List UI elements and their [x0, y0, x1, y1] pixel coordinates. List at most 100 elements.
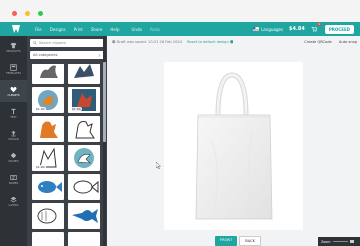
category-value: All categories [33, 53, 58, 57]
clipart-tile-more-2[interactable] [68, 232, 100, 246]
design-canvas[interactable] [164, 62, 303, 230]
undo-button[interactable]: Undo [131, 27, 141, 32]
dragon-icon [74, 64, 94, 78]
clipart-grid: $1.00 $1.00 $1.00 [29, 64, 103, 246]
rail-label: NAMES [8, 181, 19, 185]
menu-print[interactable]: Print [74, 27, 83, 32]
languages-selector[interactable]: Languages [261, 27, 283, 32]
workspace-tools: Create QRCode Auto snap [304, 40, 357, 44]
close-window-icon[interactable] [12, 11, 17, 16]
layers-icon [10, 196, 17, 202]
clipart-tile-dragon-crest[interactable]: $1.00 [32, 87, 64, 113]
fish-blue-icon [38, 181, 62, 193]
app-logo-icon[interactable] [11, 24, 21, 34]
clipart-tile-dragon-head[interactable] [68, 145, 100, 171]
design-workspace: Draft was saved: 10:21 28 Feb 2024 Reset… [107, 36, 360, 246]
template-icon [10, 63, 17, 71]
main-menu: File Designs Print Share Help Undo Redo [35, 27, 168, 32]
clipart-tile-fish-plain[interactable] [32, 203, 64, 229]
clipart-tile-fish-blue[interactable] [32, 174, 64, 200]
marlin-icon [72, 209, 98, 223]
rail-label: TEXT [10, 115, 17, 119]
save-info-text: Draft was saved: 10:21 28 Feb 2024 [116, 40, 182, 44]
rail-item-layers[interactable]: LAYERS [0, 190, 27, 212]
rail-item-cliparts[interactable]: CLIPARTS [0, 80, 27, 102]
reset-design-link[interactable]: Reset to default design [187, 40, 229, 44]
zoom-slider[interactable] [332, 241, 348, 242]
heart-icon [10, 86, 17, 92]
info-icon [112, 40, 116, 44]
rail-label: CLIPARTS [7, 93, 20, 97]
menu-help[interactable]: Help [110, 27, 119, 32]
clipart-tile-lion-outline[interactable] [68, 116, 100, 142]
scrollbar-thumb[interactable] [103, 62, 106, 142]
price-tag: $1.00 [71, 107, 82, 111]
rail-label: LAYERS [8, 203, 19, 207]
clipart-tile-griffin-outline[interactable]: $1.00 [32, 145, 64, 171]
cart-count-badge: 1 [317, 22, 321, 26]
zoom-label: Zoom [321, 239, 331, 244]
proceed-button[interactable]: PROCEED [324, 24, 354, 34]
flag-icon [253, 27, 260, 31]
rail-label: TEMPLATES [6, 71, 21, 75]
window-titlebar [0, 0, 360, 22]
minimize-window-icon[interactable] [25, 11, 30, 16]
chevron-right-icon [98, 53, 101, 57]
rail-item-names[interactable]: NAMES [0, 168, 27, 190]
back-side-button[interactable]: BACK [239, 236, 262, 246]
save-status: Draft was saved: 10:21 28 Feb 2024 Reset… [112, 40, 234, 44]
rail-item-templates[interactable]: TEMPLATES [0, 58, 27, 80]
price-tag: $1.00 [35, 165, 46, 169]
tool-rail: PRODUCTS TEMPLATES CLIPARTS TEXT UPLOAD … [0, 36, 27, 246]
rail-label: PRODUCTS [6, 49, 21, 53]
search-input[interactable]: Search cliparts [30, 39, 104, 47]
rail-label: SHAPES [8, 159, 19, 163]
side-switcher: FRONT BACK [215, 236, 263, 246]
lion-outline-icon [75, 121, 95, 139]
rail-item-text[interactable]: TEXT [0, 102, 27, 124]
menu-file[interactable]: File [35, 27, 42, 32]
dragon-head-icon [74, 148, 94, 168]
price-tag: $1.00 [35, 107, 46, 111]
tshirt-icon [10, 42, 17, 48]
category-select[interactable]: All categories [30, 51, 104, 59]
clipart-tile-lion[interactable] [32, 116, 64, 142]
lion-icon [40, 121, 58, 138]
top-toolbar: File Designs Print Share Help Undo Redo … [0, 22, 360, 36]
clipart-tile-more-1[interactable] [32, 232, 64, 246]
cart-icon [311, 26, 318, 32]
names-icon [10, 174, 17, 180]
upload-icon [11, 130, 16, 136]
shape-icon [10, 152, 17, 158]
help-icon[interactable] [230, 40, 234, 44]
auto-snap-toggle[interactable]: Auto snap [339, 40, 357, 44]
redo-button[interactable]: Redo [150, 27, 160, 32]
rail-label: UPLOAD [8, 137, 19, 141]
clipart-tile-fish-outline[interactable] [68, 174, 100, 200]
clipart-tile-dragon[interactable] [68, 64, 100, 84]
fish-outline-icon [73, 180, 99, 194]
price-total: $4.84 [289, 26, 305, 32]
clipart-tile-rabbit[interactable] [32, 64, 64, 84]
rail-item-products[interactable]: PRODUCTS [0, 36, 27, 58]
mouse-cursor-icon [156, 162, 161, 169]
menu-share[interactable]: Share [91, 27, 103, 32]
maximize-window-icon[interactable] [38, 11, 43, 16]
create-qrcode-button[interactable]: Create QRCode [304, 40, 331, 44]
top-right-actions: Languages $4.84 1 PROCEED [253, 22, 360, 36]
clipart-panel: Search cliparts All categories $1.00 $1.… [27, 36, 107, 246]
zoom-slider-knob[interactable] [349, 240, 354, 243]
rabbit-icon [40, 65, 58, 78]
front-side-button[interactable]: FRONT [215, 236, 238, 246]
cart-button[interactable]: 1 [311, 22, 321, 33]
text-icon [11, 108, 16, 114]
menu-designs[interactable]: Designs [50, 27, 66, 32]
rail-item-upload[interactable]: UPLOAD [0, 124, 27, 146]
tote-bag-product[interactable] [192, 71, 276, 221]
fish-plain-icon [37, 208, 57, 224]
clipart-tile-marlin[interactable] [68, 203, 100, 229]
search-icon [33, 41, 37, 45]
clipart-tile-griffin-crest[interactable]: $1.00 [68, 87, 100, 113]
rail-item-shapes[interactable]: SHAPES [0, 146, 27, 168]
panel-scrollbar[interactable] [103, 36, 106, 246]
